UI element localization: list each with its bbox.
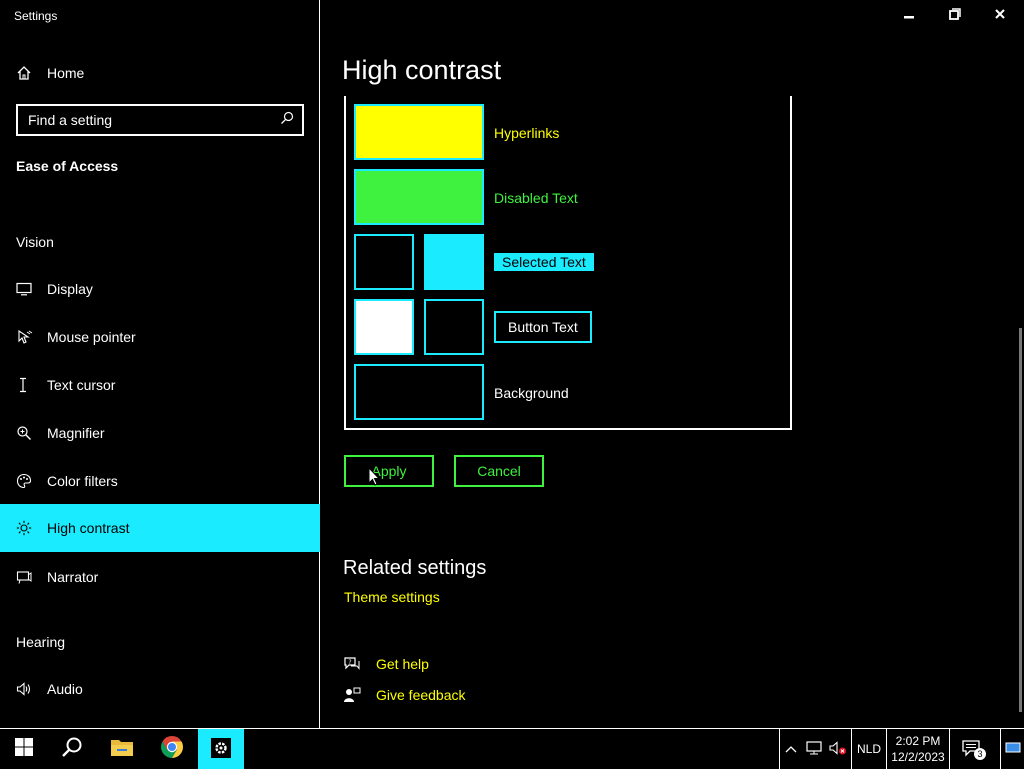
- clock-date: 12/2/2023: [891, 750, 945, 764]
- show-desktop-icon: [1005, 742, 1021, 757]
- sidebar-item-display[interactable]: Display: [0, 265, 320, 313]
- sidebar-item-label: Home: [47, 65, 85, 81]
- taskbar: NLD 2:02 PM 12/2/2023 3: [0, 728, 1024, 769]
- button-text-fg-swatch[interactable]: [354, 299, 414, 355]
- scrollbar[interactable]: [1019, 328, 1022, 712]
- page-title: High contrast: [342, 55, 502, 85]
- brightness-icon: [0, 520, 47, 536]
- svg-text:?: ?: [348, 659, 351, 666]
- app-title: Settings: [14, 9, 58, 23]
- narrator-icon: [0, 569, 47, 585]
- sidebar-item-text-cursor[interactable]: Text cursor: [0, 361, 320, 409]
- clock[interactable]: 2:02 PM 12/2/2023: [887, 729, 950, 769]
- settings-app-button[interactable]: [198, 729, 244, 769]
- sidebar-item-label: Mouse pointer: [47, 329, 136, 345]
- disabled-text-color-swatch[interactable]: [354, 169, 484, 225]
- related-settings-header: Related settings: [343, 557, 487, 579]
- sidebar-item-home[interactable]: Home: [0, 49, 320, 97]
- selected-text-label: Selected Text: [494, 253, 594, 271]
- hyperlinks-label: Hyperlinks: [494, 125, 560, 141]
- theme-settings-link[interactable]: Theme settings: [344, 589, 440, 605]
- sidebar-item-color-filters[interactable]: Color filters: [0, 457, 320, 505]
- sidebar-item-label: Display: [47, 281, 93, 297]
- network-icon: [806, 740, 822, 758]
- cancel-button[interactable]: Cancel: [454, 455, 544, 487]
- sidebar: Settings Home Find a setting Ease of Acc…: [0, 0, 320, 728]
- sidebar-item-magnifier[interactable]: Magnifier: [0, 409, 320, 457]
- minimize-button[interactable]: [886, 0, 932, 32]
- button-text-label: Button Text: [494, 311, 592, 343]
- monitor-icon: [0, 282, 47, 296]
- sidebar-item-audio[interactable]: Audio: [0, 665, 320, 713]
- file-explorer-button[interactable]: [100, 729, 144, 769]
- sidebar-item-label: High contrast: [47, 520, 130, 536]
- sidebar-item-label: Narrator: [47, 569, 99, 585]
- color-preview-panel: Hyperlinks Disabled Text Selected Text B…: [344, 96, 792, 430]
- chevron-up-icon: [785, 742, 797, 756]
- search-icon: [61, 736, 83, 763]
- restore-icon: [949, 7, 961, 25]
- palette-icon: [0, 473, 47, 489]
- volume-muted-icon: [829, 740, 847, 758]
- sidebar-item-label: Audio: [47, 681, 83, 697]
- start-button[interactable]: [0, 729, 48, 769]
- taskbar-search-button[interactable]: [50, 729, 94, 769]
- speaker-icon: [0, 681, 47, 697]
- background-label: Background: [494, 385, 569, 401]
- selected-text-bg-swatch[interactable]: [424, 234, 484, 290]
- sidebar-item-label: Magnifier: [47, 425, 105, 441]
- sidebar-item-high-contrast[interactable]: High contrast: [0, 504, 320, 552]
- notification-count-badge: 3: [974, 748, 986, 760]
- chrome-button[interactable]: [150, 729, 194, 769]
- background-color-swatch[interactable]: [354, 364, 484, 420]
- notification-icon: 3: [961, 739, 986, 760]
- settings-icon: [198, 729, 244, 766]
- section-header-hearing: Hearing: [16, 634, 66, 650]
- apply-button[interactable]: Apply: [344, 455, 434, 487]
- get-help-link[interactable]: Get help: [376, 656, 429, 672]
- search-box[interactable]: Find a setting: [16, 104, 304, 136]
- show-hidden-icons-button[interactable]: [779, 729, 802, 769]
- sidebar-item-narrator[interactable]: Narrator: [0, 553, 320, 601]
- minimize-icon: [903, 7, 915, 25]
- hyperlinks-color-swatch[interactable]: [354, 104, 484, 160]
- give-feedback-link[interactable]: Give feedback: [376, 687, 466, 703]
- text-cursor-icon: [0, 377, 47, 393]
- action-center-button[interactable]: 3: [954, 729, 990, 769]
- restore-button[interactable]: [932, 0, 978, 32]
- sidebar-item-label: Text cursor: [47, 377, 116, 393]
- mouse-cursor-icon: [368, 466, 381, 492]
- network-button[interactable]: [803, 729, 825, 769]
- button-text-bg-swatch[interactable]: [424, 299, 484, 355]
- section-header-vision: Vision: [16, 234, 54, 250]
- search-icon[interactable]: [280, 111, 294, 130]
- chrome-icon: [160, 735, 184, 764]
- show-desktop-button[interactable]: [1000, 729, 1024, 769]
- magnifier-icon: [0, 425, 47, 441]
- start-icon: [15, 737, 33, 761]
- give-feedback-icon: [343, 687, 361, 710]
- category-title: Ease of Access: [16, 158, 119, 174]
- close-button[interactable]: [977, 0, 1023, 32]
- search-input[interactable]: Find a setting: [28, 112, 280, 128]
- volume-button[interactable]: [827, 729, 849, 769]
- get-help-icon: ?: [343, 656, 361, 677]
- selected-text-fg-swatch[interactable]: [354, 234, 414, 290]
- home-icon: [0, 65, 47, 81]
- mouse-pointer-icon: [0, 329, 47, 345]
- sidebar-item-label: Color filters: [47, 473, 118, 489]
- clock-time: 2:02 PM: [895, 734, 941, 748]
- close-icon: [994, 7, 1006, 25]
- sidebar-item-mouse-pointer[interactable]: Mouse pointer: [0, 313, 320, 361]
- input-language-button[interactable]: NLD: [851, 729, 887, 769]
- disabled-text-label: Disabled Text: [494, 190, 578, 206]
- file-explorer-icon: [110, 737, 134, 762]
